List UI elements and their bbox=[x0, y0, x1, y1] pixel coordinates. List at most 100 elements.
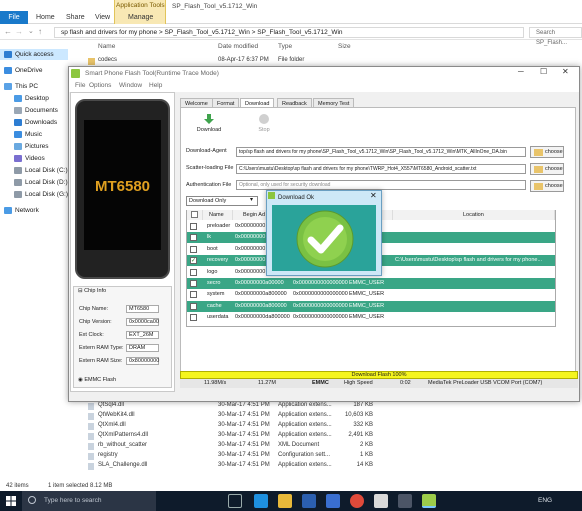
settings-gear-icon[interactable] bbox=[398, 494, 412, 508]
partition-row[interactable]: cache 0x00000000a800000 0x0000000000000000… bbox=[187, 300, 555, 312]
partition-checkbox[interactable] bbox=[190, 245, 197, 253]
partition-checkbox[interactable] bbox=[190, 223, 197, 230]
scatter-file-select[interactable]: C:\Users\mustu\Desktop\sp flash and driv… bbox=[236, 164, 526, 174]
nav-this-pc[interactable]: This PC bbox=[4, 83, 38, 90]
nav-disk-c[interactable]: Local Disk (C:) bbox=[14, 167, 68, 174]
file-row[interactable]: QtWebKit4.dll 30-Mar-17 4:51 PM Applicatio… bbox=[88, 412, 378, 422]
menu-help[interactable]: Help bbox=[149, 80, 162, 92]
partition-begin: 0x00000000a00000 bbox=[235, 280, 284, 286]
stop-icon[interactable] bbox=[259, 114, 269, 124]
partition-region: EMMC_USER bbox=[349, 314, 385, 321]
nav-videos[interactable]: Videos bbox=[14, 155, 45, 162]
recent-dropdown-icon[interactable]: ⌄ bbox=[28, 27, 34, 35]
dialog-close-icon[interactable]: ✕ bbox=[370, 191, 377, 200]
start-button[interactable] bbox=[0, 491, 22, 511]
tab-file[interactable]: File bbox=[0, 11, 28, 24]
maximize-icon[interactable]: ☐ bbox=[540, 67, 547, 76]
download-icon bbox=[14, 119, 22, 126]
nav-documents[interactable]: Documents bbox=[14, 107, 58, 114]
store-icon[interactable] bbox=[326, 494, 340, 508]
choose-auth-button[interactable]: choose bbox=[530, 180, 564, 192]
file-row[interactable]: rb_without_scatter 30-Mar-17 4:51 PM XML D… bbox=[88, 442, 378, 452]
choose-download-agent-button[interactable]: choose bbox=[530, 146, 564, 158]
column-name[interactable]: Name bbox=[98, 43, 115, 50]
search-input[interactable]: Search SP_Flash... bbox=[529, 27, 582, 46]
partition-checkbox[interactable] bbox=[190, 268, 197, 276]
file-row[interactable]: QtXmlPatterns4.dll 30-Mar-17 4:51 PM Appli… bbox=[88, 432, 378, 442]
partition-checkbox[interactable]: ✓ bbox=[190, 257, 197, 265]
flash-tool-taskbar-icon[interactable] bbox=[422, 494, 436, 508]
breadcrumb-item[interactable]: SP_Flash_Tool_v5.1712_Win bbox=[257, 29, 342, 36]
success-checkmark-icon bbox=[296, 210, 354, 268]
nav-onedrive[interactable]: OneDrive bbox=[4, 67, 42, 74]
tab-share[interactable]: Share bbox=[60, 12, 91, 24]
partition-row[interactable]: secro 0x00000000a00000 0x0000000000000000 E… bbox=[187, 278, 555, 289]
menu-file[interactable]: File bbox=[75, 80, 85, 92]
up-arrow-icon[interactable]: ↑ bbox=[38, 27, 42, 36]
download-arrow-icon[interactable] bbox=[204, 114, 214, 124]
emmc-flash-toggle[interactable]: ◉ EMMC Flash bbox=[78, 377, 116, 383]
header-checkbox[interactable] bbox=[187, 210, 203, 220]
tab-manage[interactable]: Manage bbox=[122, 12, 159, 24]
tab-view[interactable]: View bbox=[89, 12, 116, 24]
tab-home[interactable]: Home bbox=[30, 12, 61, 24]
chrome-icon[interactable] bbox=[350, 494, 364, 508]
edge-icon[interactable] bbox=[254, 494, 268, 508]
nav-network[interactable]: Network bbox=[4, 207, 39, 214]
file-row[interactable]: QtSql4.dll 30-Mar-17 4:51 PM Application e… bbox=[88, 402, 378, 412]
file-icon bbox=[88, 413, 94, 420]
download-agent-field[interactable]: top/sp flash and drivers for my phone\SP… bbox=[236, 147, 526, 157]
partition-checkbox[interactable] bbox=[190, 291, 197, 299]
nav-downloads[interactable]: Downloads bbox=[14, 119, 57, 126]
partition-name: lk bbox=[207, 234, 211, 241]
chip-info-title[interactable]: ⊟ Chip Info bbox=[78, 288, 106, 294]
back-arrow-icon[interactable]: ← bbox=[4, 27, 12, 36]
menu-options[interactable]: Options bbox=[89, 80, 111, 92]
nav-disk-g[interactable]: Local Disk (G:) bbox=[14, 191, 68, 198]
partition-begin: 0x00000000da800000 bbox=[235, 314, 290, 321]
auth-file-field[interactable]: Optional, only used for security downloa… bbox=[236, 180, 526, 190]
task-view-icon[interactable] bbox=[228, 494, 242, 508]
breadcrumb[interactable]: sp flash and drivers for my phone > SP_F… bbox=[54, 27, 524, 38]
breadcrumb-item[interactable]: sp flash and drivers for my phone bbox=[61, 29, 157, 36]
header-name[interactable]: Name bbox=[203, 210, 233, 220]
file-row[interactable]: registry 30-Mar-17 4:51 PM Configuration s… bbox=[88, 452, 378, 462]
taskbar-search[interactable]: Type here to search bbox=[22, 491, 156, 511]
download-mode-select[interactable]: Download Only bbox=[186, 196, 258, 206]
partition-checkbox[interactable] bbox=[190, 302, 197, 310]
partition-checkbox[interactable] bbox=[190, 280, 197, 287]
photos-icon[interactable] bbox=[374, 494, 388, 508]
file-row[interactable]: SLA_Challenge.dll 30-Mar-17 4:51 PM Applic… bbox=[88, 462, 378, 472]
scatter-label: Scatter-loading File bbox=[186, 165, 234, 171]
chip-info-value: EXT_26M bbox=[126, 331, 159, 339]
menu-window[interactable]: Window bbox=[119, 80, 142, 92]
partition-checkbox[interactable] bbox=[190, 314, 197, 322]
flash-tool-title: Smart Phone Flash Tool(Runtime Trace Mod… bbox=[69, 67, 579, 80]
chip-info-label: Extern RAM Size: bbox=[79, 358, 123, 364]
selection-info: 1 item selected 8.12 MB bbox=[48, 483, 113, 489]
minimize-icon[interactable]: ─ bbox=[518, 67, 524, 76]
breadcrumb-item[interactable]: SP_Flash_Tool_v5.1712_Win bbox=[165, 29, 250, 36]
choose-scatter-button[interactable]: choose bbox=[530, 163, 564, 175]
partition-row[interactable]: userdata 0x00000000da800000 0x000000000000… bbox=[187, 312, 555, 324]
nav-pictures[interactable]: Pictures bbox=[14, 143, 48, 150]
forward-arrow-icon[interactable]: → bbox=[15, 27, 23, 36]
partition-checkbox[interactable] bbox=[190, 234, 197, 242]
header-location[interactable]: Location bbox=[393, 210, 555, 220]
file-row[interactable]: QtXml4.dll 30-Mar-17 4:51 PM Application e… bbox=[88, 422, 378, 432]
partition-row[interactable]: system 0x00000000a800000 0x000000000000000… bbox=[187, 289, 555, 301]
language-indicator[interactable]: ENG bbox=[538, 497, 552, 504]
word-icon[interactable] bbox=[302, 494, 316, 508]
partition-name: cache bbox=[207, 302, 222, 309]
stop-button[interactable]: Stop bbox=[249, 127, 279, 133]
explorer-icon[interactable] bbox=[278, 494, 292, 508]
nav-music[interactable]: Music bbox=[14, 131, 42, 138]
nav-desktop[interactable]: Desktop bbox=[14, 95, 49, 102]
download-button[interactable]: Download bbox=[194, 127, 224, 133]
column-size[interactable]: Size bbox=[338, 43, 351, 50]
nav-quick-access[interactable]: Quick access bbox=[4, 51, 54, 58]
nav-disk-d[interactable]: Local Disk (D:) bbox=[14, 179, 68, 186]
column-date[interactable]: Date modified bbox=[218, 43, 258, 50]
close-icon[interactable]: ✕ bbox=[562, 67, 569, 76]
column-type[interactable]: Type bbox=[278, 43, 292, 50]
